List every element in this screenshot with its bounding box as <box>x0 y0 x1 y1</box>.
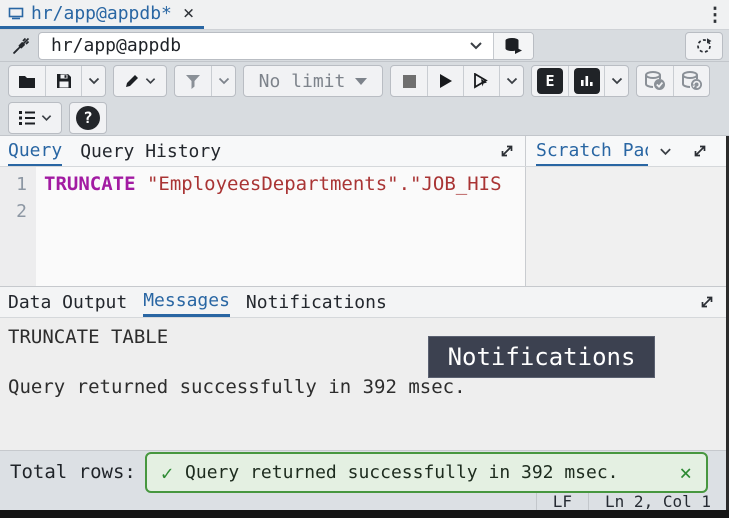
tab-messages[interactable]: Messages <box>143 287 230 317</box>
edit-pencil-icon[interactable] <box>114 66 166 96</box>
scratch-pad-chevron-icon[interactable] <box>648 147 682 156</box>
macros-list-icon[interactable] <box>9 103 61 133</box>
line-number: 2 <box>0 198 27 225</box>
total-rows-label: Total rows: <box>10 461 136 483</box>
success-toast: ✓ Query returned successfully in 392 mse… <box>145 452 708 493</box>
kebab-menu-icon[interactable]: ⋮ <box>701 0 729 29</box>
filter-funnel-icon[interactable] <box>175 66 211 96</box>
refresh-connection-icon[interactable] <box>685 32 723 60</box>
filter-options-chevron-icon[interactable] <box>211 66 235 96</box>
tab-query-history[interactable]: Query History <box>80 136 221 166</box>
execute-play-icon[interactable] <box>427 66 463 96</box>
sql-code-input[interactable]: TRUNCATE "EmployeesDepartments"."JOB_HIS <box>44 171 525 283</box>
edit-chevron-icon <box>145 77 156 85</box>
disconnect-plug-icon[interactable] <box>6 32 36 60</box>
open-file-icon[interactable] <box>9 66 45 96</box>
row-limit-value: No limit <box>259 71 346 92</box>
help-icon[interactable]: ? <box>70 103 106 133</box>
query-panel-expand-icon[interactable] <box>489 136 525 166</box>
connection-select[interactable]: hr/app@appdb <box>38 32 534 60</box>
document-tabbar: hr/app@appdb* × ⋮ <box>0 0 729 30</box>
cursor-position: Ln 2, Col 1 <box>588 492 727 510</box>
scratch-pad-input[interactable] <box>525 167 727 286</box>
status-bar: LF Ln 2, Col 1 <box>0 492 727 510</box>
scratch-pad-expand-icon[interactable] <box>682 143 718 159</box>
explain-options-chevron-icon[interactable] <box>604 66 628 96</box>
connection-bar: hr/app@appdb <box>0 30 729 62</box>
dropdown-triangle-icon <box>355 78 367 85</box>
results-tabstrip: Data Output Messages Notifications <box>0 286 727 318</box>
filter-group <box>174 65 236 97</box>
line-number: 1 <box>0 171 27 198</box>
macros-group <box>8 102 62 134</box>
tab-scratch-pad[interactable]: Scratch Pad <box>536 137 648 166</box>
row-limit-dropdown[interactable]: No limit <box>243 65 383 97</box>
results-panel-expand-icon[interactable] <box>687 287 727 317</box>
tab-data-output[interactable]: Data Output <box>8 287 127 317</box>
execute-group <box>390 65 524 97</box>
secondary-toolbar: ? <box>0 100 729 136</box>
tab-title: hr/app@appdb* <box>31 3 172 24</box>
query-tool-tab[interactable]: hr/app@appdb* × <box>0 0 204 29</box>
save-options-chevron-icon[interactable] <box>81 66 105 96</box>
chevron-down-icon[interactable] <box>459 33 493 59</box>
execute-script-icon[interactable] <box>463 66 499 96</box>
toast-close-icon[interactable]: × <box>679 461 692 485</box>
editor-tabstrip: Query Query History Scratch Pad <box>0 136 727 167</box>
save-file-icon[interactable] <box>45 66 81 96</box>
close-icon[interactable]: × <box>183 2 194 24</box>
sql-editor: 1 2 TRUNCATE "EmployeesDepartments"."JOB… <box>0 167 727 286</box>
toast-message: Query returned successfully in 392 msec. <box>185 462 618 483</box>
eol-indicator: LF <box>536 492 588 510</box>
commit-icon[interactable] <box>637 66 673 96</box>
connection-value: hr/app@appdb <box>39 33 459 59</box>
line-number-gutter: 1 2 <box>0 167 36 286</box>
tab-query[interactable]: Query <box>8 136 62 166</box>
stop-icon[interactable] <box>391 66 427 96</box>
rollback-icon[interactable] <box>673 66 709 96</box>
terminal-monitor-icon <box>8 6 24 20</box>
main-toolbar: No limit E <box>0 62 729 100</box>
transaction-group <box>636 65 710 97</box>
notifications-tooltip: Notifications <box>428 336 655 378</box>
editor-tabs: Query Query History <box>0 136 221 166</box>
message-status: Query returned successfully in 392 msec. <box>8 376 466 398</box>
edit-group <box>113 65 167 97</box>
message-command: TRUNCATE TABLE <box>8 326 168 348</box>
macros-chevron-icon <box>41 114 52 122</box>
tabbar-spacer <box>204 0 701 29</box>
explain-group: E <box>531 65 629 97</box>
sql-identifiers: "EmployeesDepartments"."JOB_HIS <box>136 173 502 195</box>
new-connection-button[interactable] <box>493 33 533 59</box>
file-group <box>8 65 106 97</box>
execute-options-chevron-icon[interactable] <box>499 66 523 96</box>
window-bottom-edge <box>0 510 729 518</box>
explain-analyze-chart-icon[interactable] <box>568 66 604 96</box>
help-group: ? <box>69 102 107 134</box>
explain-button[interactable]: E <box>532 66 568 96</box>
scratch-pad-header: Scratch Pad <box>525 136 727 166</box>
pgadmin-query-tool-window: hr/app@appdb* × ⋮ hr/app@appdb <box>0 0 729 518</box>
tab-notifications[interactable]: Notifications <box>246 287 387 317</box>
check-icon: ✓ <box>161 461 173 485</box>
explain-label: E <box>537 68 563 94</box>
sql-keyword: TRUNCATE <box>44 173 136 195</box>
